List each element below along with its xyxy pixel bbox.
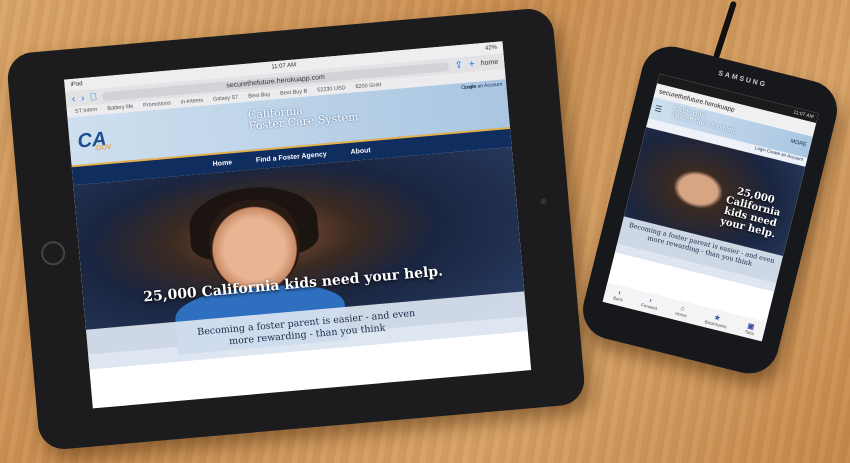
bookmark-item[interactable]: Galaxy S7 <box>213 95 239 103</box>
tablet-screen: iPad 11:07 AM 42% ‹ › ⎕ securethefuture.… <box>64 41 532 409</box>
back-icon[interactable]: ‹ <box>71 93 75 104</box>
bookmark-item[interactable]: Best Buy B <box>280 89 308 97</box>
bookmarks-button[interactable]: ★ Bookmarks <box>704 311 729 329</box>
tab-home[interactable]: home <box>480 58 498 66</box>
ipad-tablet: iPad 11:07 AM 42% ‹ › ⎕ securethefuture.… <box>5 6 587 452</box>
bookmarks-icon[interactable]: ⎕ <box>90 91 97 102</box>
new-tab-icon[interactable]: + <box>468 58 475 69</box>
forward-button[interactable]: › Forward <box>640 295 659 311</box>
bookmark-item[interactable]: 52230 USD <box>317 85 346 93</box>
menu-icon[interactable]: ☰ <box>654 104 663 114</box>
site-title: California Foster Care System <box>247 100 359 133</box>
battery-level: 42% <box>484 44 498 52</box>
bookmark-item[interactable]: in-intems <box>181 98 204 106</box>
ca-gov-sub: .GOV <box>93 143 112 153</box>
phone-screen: 11:07 AM securethefuture.herokuapp ☰ Cal… <box>602 73 819 342</box>
home-button[interactable]: ⌂ Home <box>675 304 690 319</box>
bookmark-item[interactable]: ST Intern <box>75 107 98 115</box>
create-account-link[interactable]: Create an Account <box>461 81 503 91</box>
more-button[interactable]: MORE <box>790 139 807 149</box>
tabs-button[interactable]: ▣ Tabs <box>744 321 756 336</box>
bookmark-item[interactable]: $200 Grait <box>355 82 381 90</box>
nav-home[interactable]: Home <box>212 159 232 168</box>
nav-find-agency[interactable]: Find a Foster Agency <box>256 151 327 164</box>
tabs-label: Tabs <box>744 328 755 336</box>
bookmark-item[interactable]: Promotions <box>143 100 171 108</box>
share-icon[interactable]: ⇪ <box>454 59 463 71</box>
bookmark-item[interactable]: Best Buy <box>248 92 270 100</box>
back-button[interactable]: ‹ Back <box>613 288 626 302</box>
status-time: 11:07 AM <box>271 62 297 71</box>
nav-about[interactable]: About <box>350 147 371 156</box>
camera <box>540 198 547 205</box>
bookmark-item[interactable]: Battery life <box>107 104 133 112</box>
back-label: Back <box>612 295 624 303</box>
forward-icon[interactable]: › <box>81 92 85 103</box>
home-button[interactable] <box>40 240 67 267</box>
phone-hero-headline: 25,000 California kids need your help. <box>719 186 782 241</box>
device-label: iPad <box>70 81 83 89</box>
phone-bottom-toolbar: ‹ Back › Forward ⌂ Home ★ Bookmarks ▣ Tabs <box>602 282 767 342</box>
